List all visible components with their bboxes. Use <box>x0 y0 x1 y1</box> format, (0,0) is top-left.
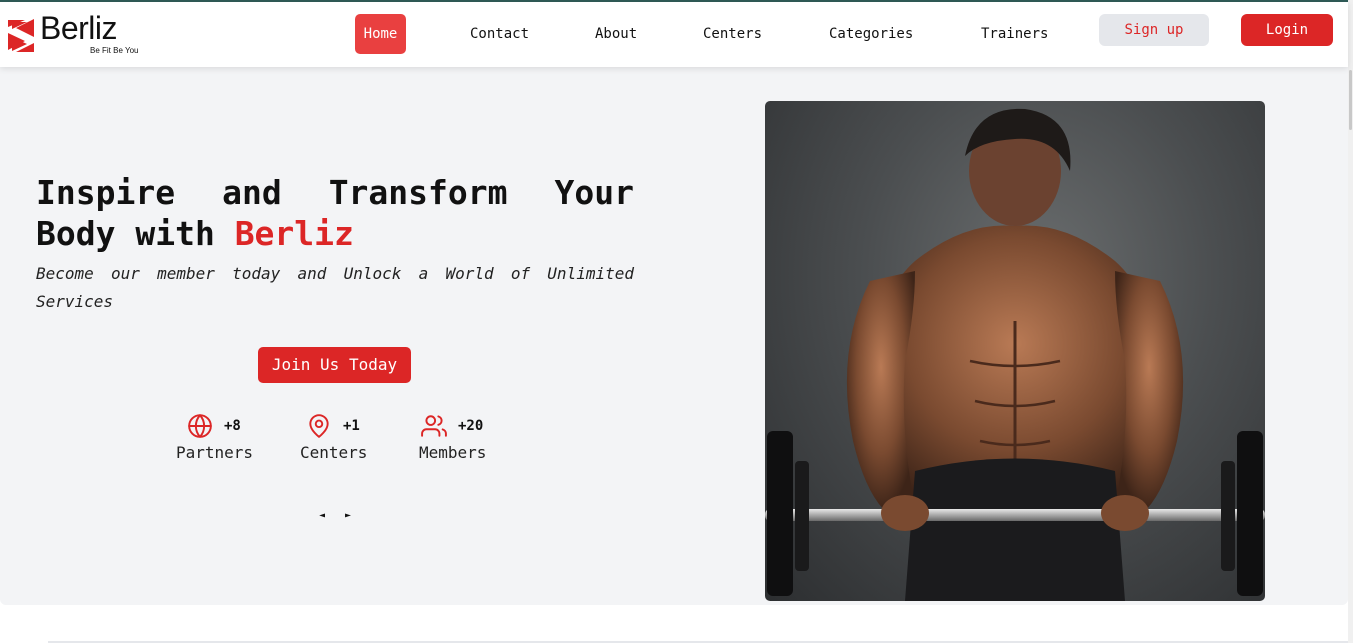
hero-subtitle: Become our member today and Unlock a Wor… <box>36 264 634 311</box>
carousel-prev-icon[interactable]: ◄ <box>314 510 330 521</box>
hero-title-line-2: Body with Berliz <box>36 213 634 254</box>
nav-contact[interactable]: Contact <box>470 14 529 54</box>
users-icon <box>421 415 447 437</box>
stat-value: +1 <box>343 418 360 434</box>
login-button[interactable]: Login <box>1241 14 1333 46</box>
map-pin-icon <box>309 414 329 438</box>
hero-title-word: Inspire <box>36 173 176 212</box>
stat-members: +20 Members <box>419 413 499 465</box>
stat-value: +20 <box>458 418 484 434</box>
stat-partners: +8 Partners <box>176 413 266 465</box>
brand-name: Berliz <box>40 10 118 46</box>
carousel-next-icon[interactable]: ► <box>340 510 356 521</box>
hero-title-brand: Berliz <box>234 214 354 253</box>
brand-logo[interactable]: Berliz Be Fit Be You <box>8 10 148 59</box>
stat-label: Members <box>419 443 487 462</box>
hero-title: Inspire and Transform Your Body with Ber… <box>36 172 634 254</box>
join-us-button[interactable]: Join Us Today <box>258 347 411 383</box>
stat-label: Centers <box>300 443 368 462</box>
carousel-controls: ◄ ► <box>314 510 366 521</box>
hero-section: Inspire and Transform Your Body with Ber… <box>0 67 1348 605</box>
hero-bodybuilder-image <box>765 101 1265 601</box>
nav-categories[interactable]: Categories <box>829 14 913 54</box>
scrollbar-thumb[interactable] <box>1349 70 1352 130</box>
top-navbar: Berliz Be Fit Be You Home Contact About … <box>0 2 1348 67</box>
hero-title-prefix: Body with <box>36 214 215 253</box>
nav-about[interactable]: About <box>595 14 637 54</box>
stat-value: +8 <box>224 418 241 434</box>
hero-title-word: and <box>222 173 282 212</box>
nav-home[interactable]: Home <box>355 14 406 54</box>
bodybuilder-illustration <box>765 108 1265 601</box>
globe-icon <box>188 414 212 438</box>
nav-centers[interactable]: Centers <box>703 14 762 54</box>
stat-label: Partners <box>176 443 254 462</box>
berliz-logo-icon <box>8 13 34 55</box>
stat-centers: +1 Centers <box>300 413 380 465</box>
nav-trainers[interactable]: Trainers <box>981 14 1048 54</box>
hero-title-word: Transform <box>328 173 508 212</box>
brand-tagline: Be Fit Be You <box>90 46 139 55</box>
hero-title-line-1: Inspire and Transform Your <box>36 172 634 213</box>
hero-title-word: Your <box>554 173 634 212</box>
signup-button[interactable]: Sign up <box>1099 14 1209 46</box>
